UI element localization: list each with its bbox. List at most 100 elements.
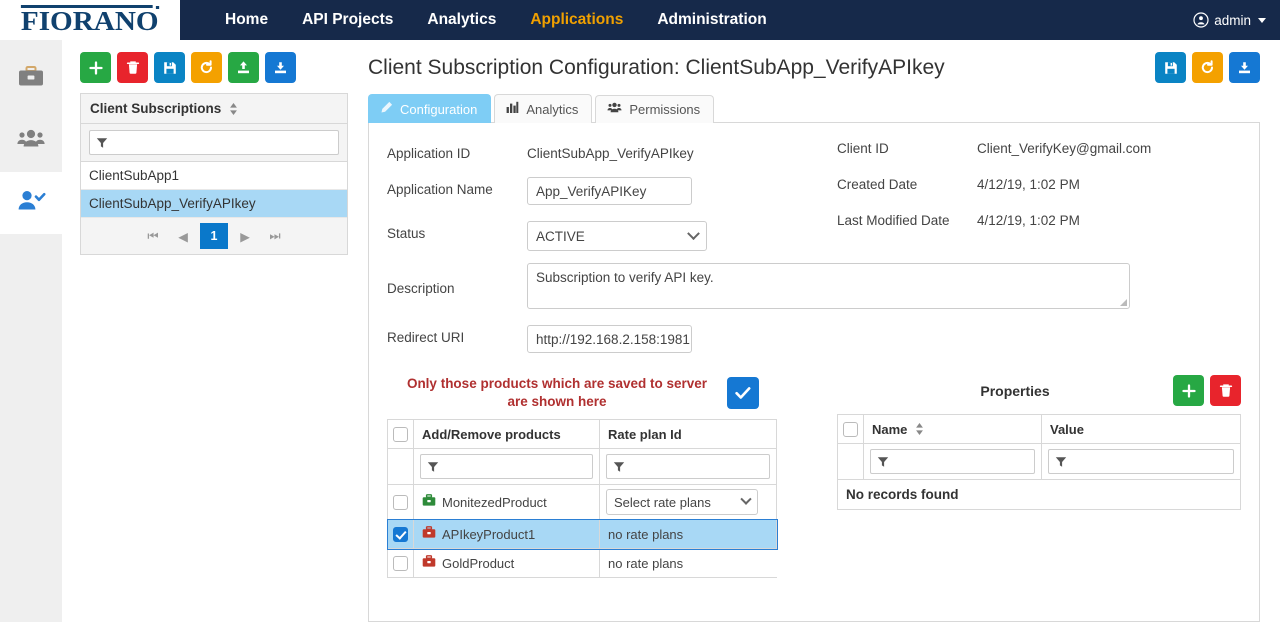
table-row[interactable]: MonitezedProduct Select rate plans (387, 484, 777, 521)
properties-select-all-checkbox[interactable] (843, 422, 858, 438)
products-table-header-row: Add/Remove products Rate plan Id (387, 418, 777, 450)
configuration-panel: Application ID ClientSubApp_VerifyAPIkey… (368, 122, 1260, 622)
pager-page-1-button[interactable]: 1 (200, 223, 228, 249)
application-name-input[interactable]: App_VerifyAPIKey (527, 177, 692, 205)
rail-item-client-subscriptions[interactable] (0, 172, 62, 234)
field-created-date: Created Date 4/12/19, 1:02 PM (837, 177, 1241, 192)
nav-item-api-projects[interactable]: API Projects (285, 0, 410, 40)
rail-item-users[interactable] (0, 110, 62, 172)
filter-icon (1055, 456, 1067, 467)
client-id-label: Client ID (837, 141, 889, 156)
last-modified-date-label: Last Modified Date (837, 213, 950, 228)
product-row-checkbox-cell (387, 519, 414, 550)
nav-item-administration[interactable]: Administration (640, 0, 783, 40)
lower-section: Only those products which are saved to s… (386, 375, 1241, 579)
properties-column-name[interactable]: Name (863, 413, 1042, 445)
save-config-button[interactable] (1155, 52, 1186, 83)
properties-filter-row (837, 443, 1241, 481)
table-row[interactable]: GoldProduct no rate plans (387, 548, 777, 579)
list-item[interactable]: ClientSubApp1 (81, 162, 347, 190)
properties-table: Name Value (837, 413, 1241, 481)
client-subscriptions-pager: ⏮ ◀ 1 ▶ ⏭ (81, 218, 347, 254)
properties-name-filter-input[interactable] (870, 449, 1035, 475)
product-rateplan-cell: no rate plans (599, 548, 777, 579)
products-rateplan-filter-cell (599, 448, 777, 486)
download-subscription-button[interactable] (265, 52, 296, 83)
product-row-checkbox[interactable] (393, 556, 408, 572)
nav-item-home[interactable]: Home (208, 0, 285, 40)
brand-logo[interactable]: FIORANO (0, 0, 180, 40)
properties-name-filter-cell (863, 443, 1042, 481)
properties-column-value[interactable]: Value (1041, 413, 1241, 445)
status-select[interactable]: ACTIVE (527, 221, 707, 251)
products-column-name[interactable]: Add/Remove products (413, 418, 600, 450)
pager-last-button[interactable]: ⏭ (262, 224, 288, 248)
product-name-cell: APIkeyProduct1 (413, 519, 600, 550)
brand-logo-text: FIORANO (21, 5, 159, 36)
redirect-uri-input[interactable]: http://192.168.2.158:1981 (527, 325, 692, 353)
product-briefcase-icon (422, 494, 436, 510)
user-menu[interactable]: admin (1193, 0, 1280, 40)
list-item[interactable]: ClientSubApp_VerifyAPIkey (81, 190, 347, 218)
tab-analytics[interactable]: Analytics (494, 94, 593, 123)
product-rateplan-cell: Select rate plans (599, 484, 777, 521)
product-name-label: APIkeyProduct1 (442, 526, 536, 542)
nav-item-applications[interactable]: Applications (513, 0, 640, 40)
form-right-column: Client ID Client_VerifyKey@gmail.com Cre… (817, 141, 1241, 267)
tab-analytics-label: Analytics (526, 101, 579, 117)
client-subscriptions-column-label: Client Subscriptions (90, 101, 222, 116)
sort-icon[interactable] (228, 102, 239, 116)
refresh-subscription-button[interactable] (191, 52, 222, 83)
client-subscriptions-filter-row (81, 124, 347, 162)
last-modified-date-value: 4/12/19, 1:02 PM (977, 213, 1080, 228)
client-subscriptions-grid: Client Subscriptions ClientSubApp1 Clien… (80, 93, 348, 255)
tab-permissions[interactable]: Permissions (595, 95, 715, 123)
product-row-checkbox[interactable] (393, 495, 408, 511)
product-briefcase-icon (422, 555, 436, 571)
download-config-button[interactable] (1229, 52, 1260, 83)
chevron-down-icon (687, 226, 700, 240)
pager-prev-button[interactable]: ◀ (170, 224, 196, 248)
product-row-checkbox-cell (387, 548, 414, 579)
client-subscriptions-grid-header[interactable]: Client Subscriptions (81, 94, 347, 124)
user-circle-icon (1193, 12, 1209, 28)
products-warning-row: Only those products which are saved to s… (387, 375, 817, 411)
upload-subscription-button[interactable] (228, 52, 259, 83)
add-subscription-button[interactable] (80, 52, 111, 83)
tab-configuration[interactable]: Configuration (368, 94, 492, 123)
product-row-checkbox[interactable] (393, 527, 408, 543)
application-name-label: Application Name (387, 182, 493, 197)
sort-icon[interactable] (914, 422, 925, 436)
products-column-rateplan[interactable]: Rate plan Id (599, 418, 777, 450)
products-confirm-button[interactable] (727, 377, 759, 409)
add-property-button[interactable] (1173, 375, 1204, 406)
pencil-icon (380, 101, 393, 117)
delete-subscription-button[interactable] (117, 52, 148, 83)
main-nav-items: Home API Projects Analytics Applications… (208, 0, 784, 40)
properties-value-filter-input[interactable] (1048, 449, 1234, 475)
client-subscriptions-filter-input[interactable] (89, 130, 339, 155)
nav-item-analytics[interactable]: Analytics (410, 0, 513, 40)
description-textarea[interactable]: Subscription to verify API key. (527, 263, 1130, 309)
pager-first-button[interactable]: ⏮ (140, 224, 166, 248)
table-row[interactable]: APIkeyProduct1 no rate plans (386, 518, 778, 550)
application-id-label: Application ID (387, 146, 471, 161)
refresh-config-button[interactable] (1192, 52, 1223, 83)
products-select-all-checkbox[interactable] (393, 427, 408, 443)
save-subscription-button[interactable] (154, 52, 185, 83)
products-name-filter-input[interactable] (420, 454, 593, 480)
pager-next-button[interactable]: ▶ (232, 224, 258, 248)
application-id-value: ClientSubApp_VerifyAPIkey (527, 146, 694, 161)
product-name-cell: MonitezedProduct (413, 484, 600, 521)
rail-item-projects[interactable] (0, 48, 62, 110)
product-name-label: GoldProduct (442, 555, 515, 571)
rate-plan-select[interactable]: Select rate plans (606, 489, 758, 516)
user-name-label: admin (1214, 12, 1251, 28)
delete-property-button[interactable] (1210, 375, 1241, 406)
properties-section: Properties Name Value No records found (817, 375, 1241, 578)
field-status: Status ACTIVE (387, 221, 817, 251)
products-rateplan-filter-input[interactable] (606, 454, 770, 480)
filter-icon (427, 461, 439, 472)
product-name-cell: GoldProduct (413, 548, 600, 579)
products-select-all-cell (387, 418, 414, 450)
